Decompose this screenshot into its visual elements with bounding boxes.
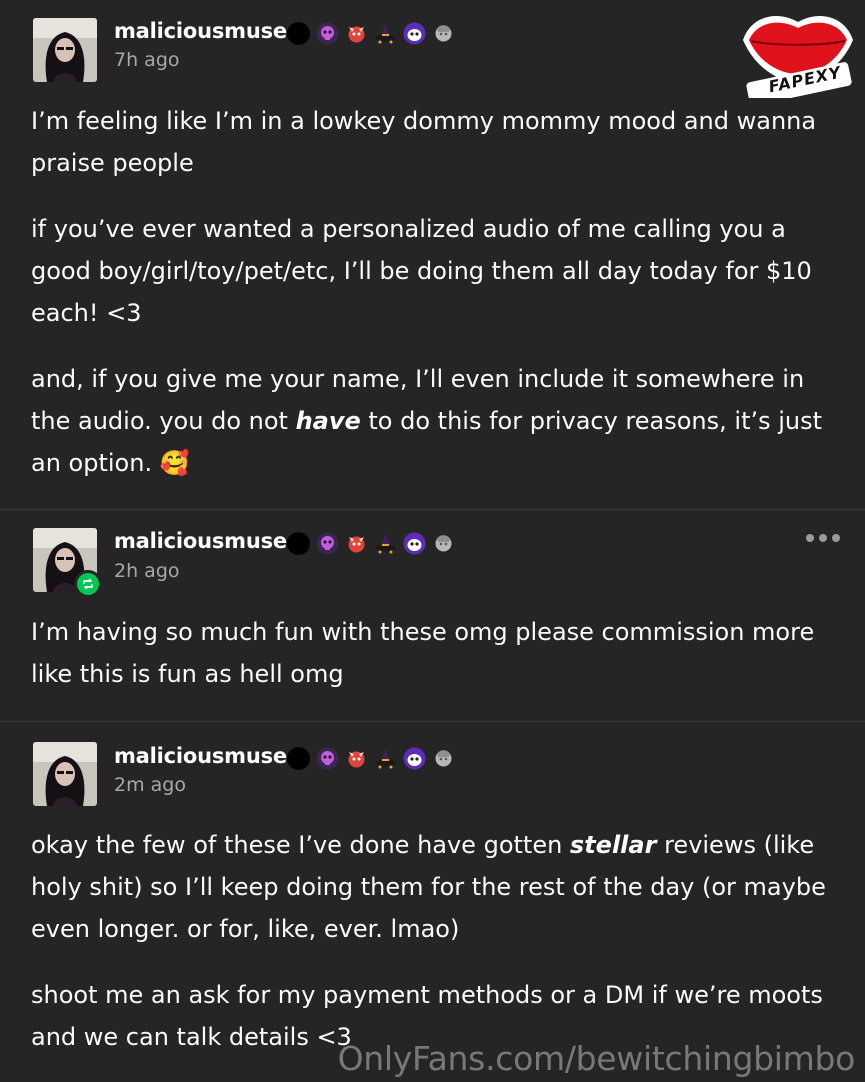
post-body: I’m feeling like I’m in a lowkey dommy m… bbox=[31, 100, 839, 508]
red-devil-icon[interactable] bbox=[344, 21, 369, 46]
black-dot-icon[interactable] bbox=[286, 21, 311, 46]
witch-hat-icon[interactable] bbox=[373, 21, 398, 46]
purple-skull-icon[interactable] bbox=[315, 746, 340, 771]
avatar-photo bbox=[33, 18, 97, 82]
witch-hat-icon[interactable] bbox=[373, 746, 398, 771]
purple-skull-icon[interactable] bbox=[315, 21, 340, 46]
black-dot-icon[interactable] bbox=[286, 531, 311, 556]
purple-face-icon[interactable] bbox=[402, 21, 427, 46]
reblog-icon bbox=[83, 578, 93, 590]
watermark-logo: FAPEXY bbox=[737, 6, 859, 106]
purple-face-icon[interactable] bbox=[402, 746, 427, 771]
badge-row bbox=[286, 746, 456, 771]
gray-statue-icon[interactable] bbox=[431, 21, 456, 46]
emphasis-text: have bbox=[295, 407, 361, 435]
text-run: okay the few of these I’ve done have got… bbox=[31, 831, 570, 859]
timestamp: 2h ago bbox=[114, 560, 180, 582]
post-1: maliciousmuse 7h ago I’m feeling like I’… bbox=[0, 0, 865, 510]
username[interactable]: maliciousmuse bbox=[114, 19, 287, 43]
dot bbox=[819, 534, 827, 542]
username[interactable]: maliciousmuse bbox=[114, 529, 287, 553]
timestamp: 7h ago bbox=[114, 49, 180, 71]
paragraph: okay the few of these I’ve done have got… bbox=[31, 824, 839, 950]
red-devil-icon[interactable] bbox=[344, 531, 369, 556]
avatar[interactable] bbox=[33, 742, 97, 806]
black-dot-icon[interactable] bbox=[286, 746, 311, 771]
badge-row bbox=[286, 531, 456, 556]
more-options-icon[interactable] bbox=[806, 534, 840, 542]
purple-skull-icon[interactable] bbox=[315, 531, 340, 556]
witch-hat-icon[interactable] bbox=[373, 531, 398, 556]
gray-statue-icon[interactable] bbox=[431, 746, 456, 771]
paragraph: I’m feeling like I’m in a lowkey dommy m… bbox=[31, 107, 817, 177]
username[interactable]: maliciousmuse bbox=[114, 744, 287, 768]
red-devil-icon[interactable] bbox=[344, 746, 369, 771]
emphasis-text: stellar bbox=[569, 831, 657, 859]
reblog-badge bbox=[74, 570, 102, 598]
dot bbox=[806, 534, 814, 542]
watermark-url: OnlyFans.com/bewitchingbimbo bbox=[337, 1039, 856, 1078]
avatar-photo bbox=[33, 742, 97, 806]
paragraph: if you’ve ever wanted a personalized aud… bbox=[31, 215, 812, 327]
paragraph: I’m having so much fun with these omg pl… bbox=[31, 618, 815, 688]
timestamp: 2m ago bbox=[114, 774, 186, 796]
purple-face-icon[interactable] bbox=[402, 531, 427, 556]
dot bbox=[832, 534, 840, 542]
badge-row bbox=[286, 21, 456, 46]
post-body: I’m having so much fun with these omg pl… bbox=[31, 611, 839, 719]
post-2: maliciousmuse 2h ago I’m having so much … bbox=[0, 510, 865, 722]
avatar[interactable] bbox=[33, 18, 97, 82]
post-3: maliciousmuse 2m ago okay the few of the… bbox=[0, 722, 865, 1081]
paragraph: and, if you give me your name, I’ll even… bbox=[31, 358, 839, 484]
gray-statue-icon[interactable] bbox=[431, 531, 456, 556]
